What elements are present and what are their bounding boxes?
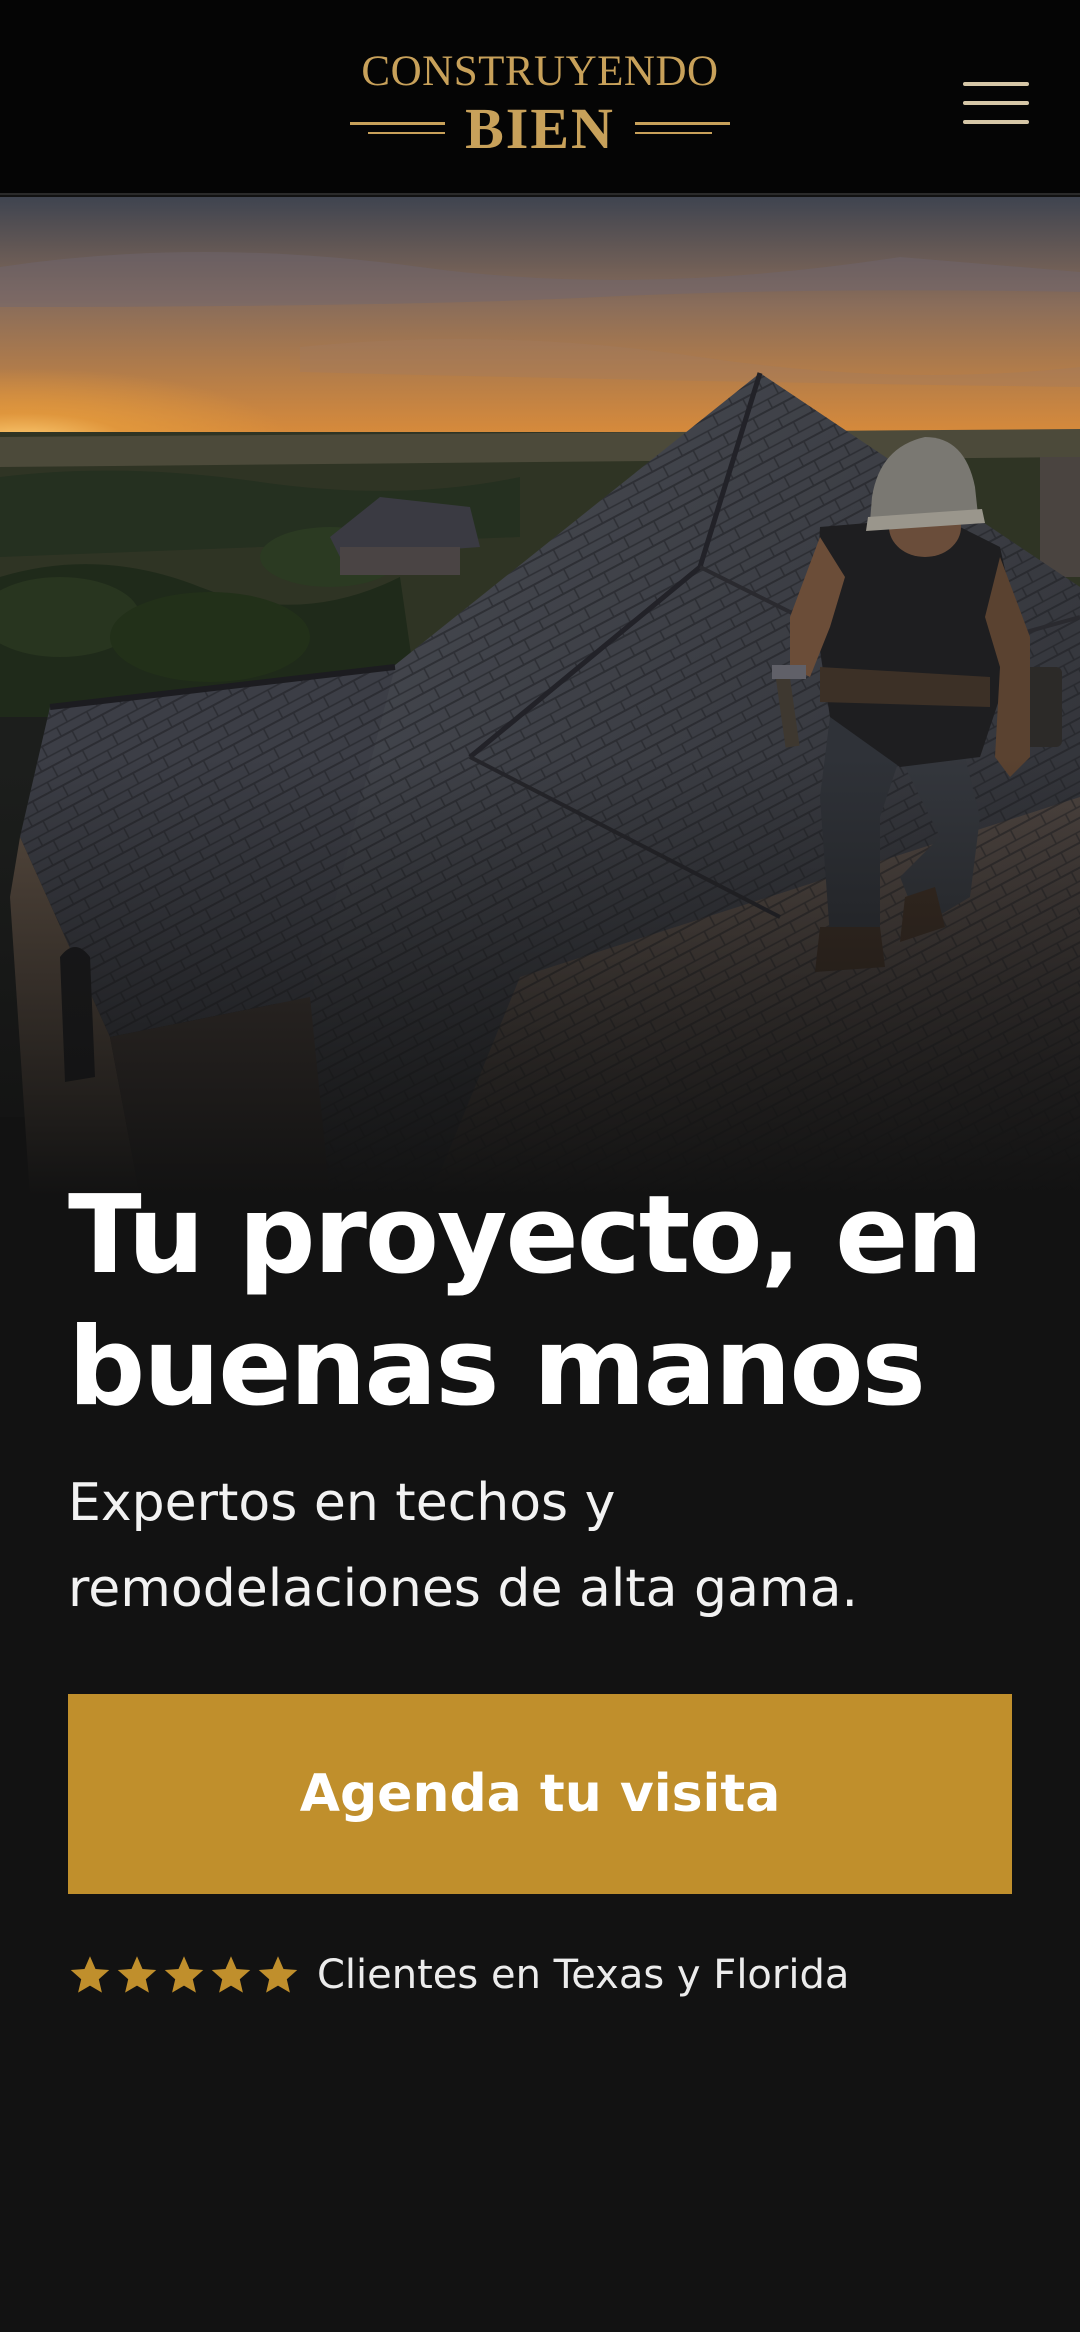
star-icon xyxy=(117,1956,157,1993)
logo-rule-right-top xyxy=(635,122,730,125)
star-icon xyxy=(70,1956,110,1993)
star-icon xyxy=(164,1956,204,1993)
rating-caption: Clientes en Texas y Florida xyxy=(317,1952,850,1998)
schedule-visit-button[interactable]: Agenda tu visita xyxy=(68,1694,1012,1894)
rating-row: Clientes en Texas y Florida xyxy=(68,1945,849,2005)
subhead-line-2: remodelaciones de alta gama. xyxy=(68,1559,858,1619)
landing-page: CONSTRUYENDO BIEN Tu proyecto, en buenas… xyxy=(0,0,1080,2332)
star-icon xyxy=(258,1956,298,1993)
rating-stars xyxy=(68,1953,303,1997)
logo-rule-right-bottom xyxy=(635,132,712,134)
site-header: CONSTRUYENDO BIEN xyxy=(0,0,1080,195)
logo-line-1: CONSTRUYENDO xyxy=(361,48,719,95)
headline-line-2: buenas manos xyxy=(68,1305,926,1430)
logo-line-2: BIEN xyxy=(465,96,615,161)
subhead-line-1: Expertos en techos y xyxy=(68,1473,616,1533)
hero-headline: Tu proyecto, en buenas manos xyxy=(68,1170,1028,1434)
hero-image xyxy=(0,197,1080,1197)
roofer-photo xyxy=(0,197,1080,1197)
headline-line-1: Tu proyecto, en xyxy=(68,1173,983,1298)
star-icon xyxy=(211,1956,251,1993)
hamburger-menu-icon[interactable] xyxy=(958,76,1032,130)
hero-subheadline: Expertos en techos y remodelaciones de a… xyxy=(68,1460,1028,1632)
brand-logo[interactable]: CONSTRUYENDO BIEN xyxy=(340,48,740,160)
